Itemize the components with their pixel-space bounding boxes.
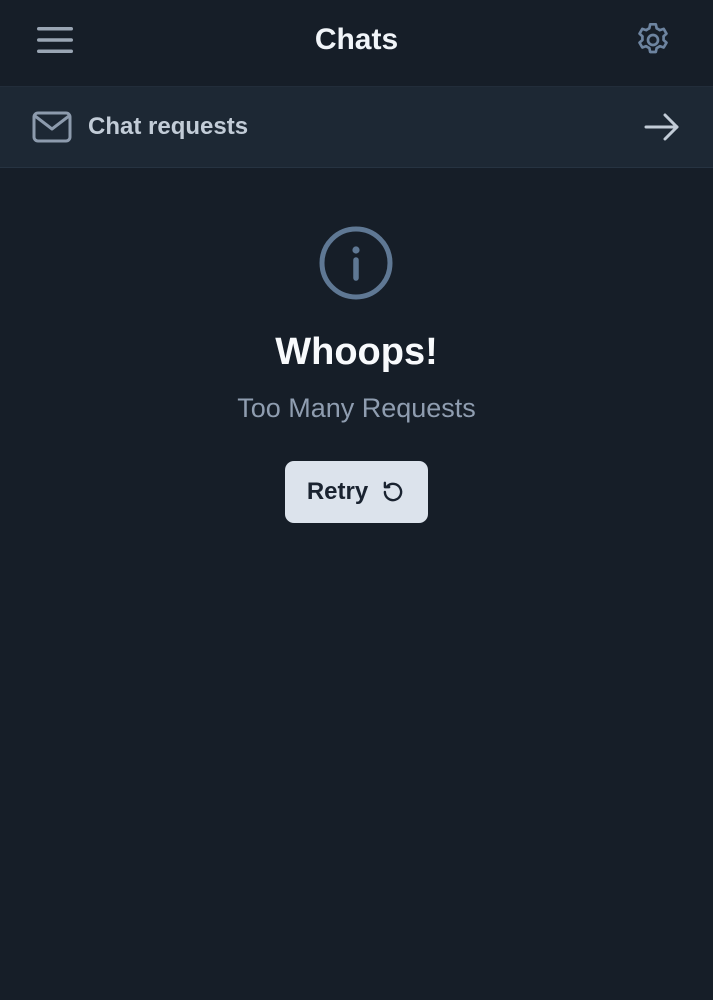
gear-icon xyxy=(638,23,668,54)
chat-requests-label: Chat requests xyxy=(88,113,249,140)
error-heading: Whoops! xyxy=(275,331,438,373)
chat-requests-row[interactable]: Chat requests xyxy=(0,87,713,168)
mail-icon-wrap xyxy=(31,107,73,147)
refresh-icon-wrap xyxy=(380,479,406,505)
arrow-right-icon xyxy=(644,113,679,141)
retry-label: Retry xyxy=(306,478,369,505)
page-title: Chats xyxy=(314,23,399,56)
arrow-wrap xyxy=(640,107,684,147)
info-icon xyxy=(319,226,393,300)
refresh-icon xyxy=(383,481,403,502)
top-header: Chats xyxy=(0,0,713,87)
error-message: Too Many Requests xyxy=(237,393,476,423)
settings-button[interactable] xyxy=(628,16,678,64)
retry-button[interactable]: Retry xyxy=(285,461,428,523)
mail-icon xyxy=(32,111,72,143)
chats-screen: Chats Chat requests Whoops! Too Many Req… xyxy=(0,0,713,1000)
